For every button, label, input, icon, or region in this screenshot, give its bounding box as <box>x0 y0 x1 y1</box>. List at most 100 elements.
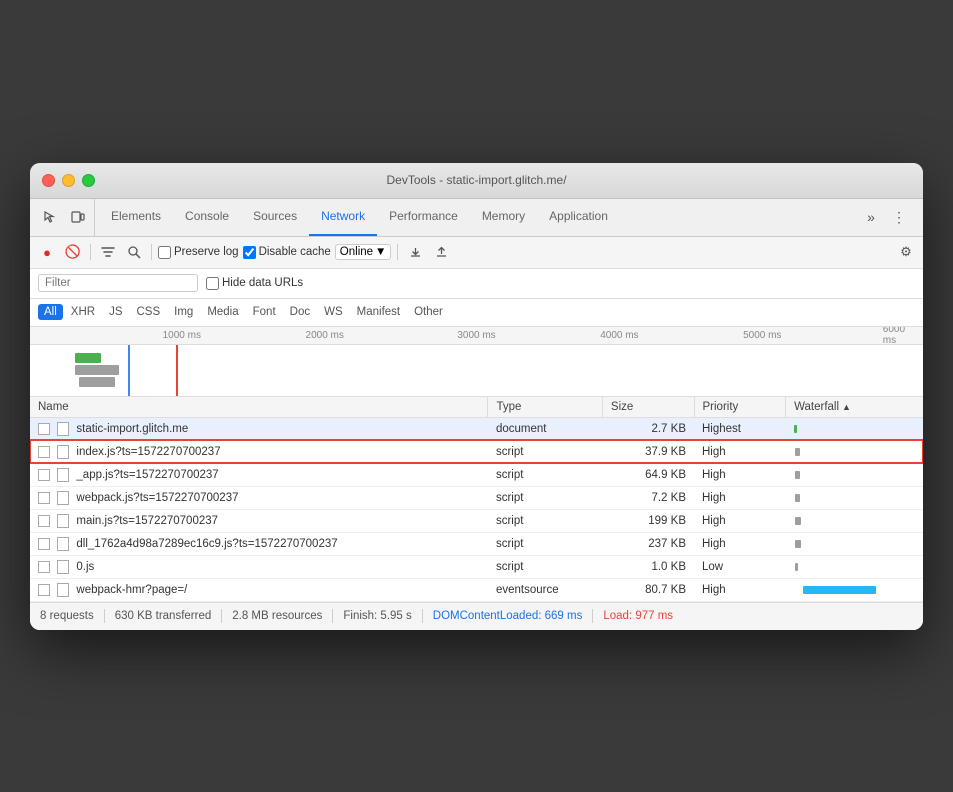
table-row[interactable]: 0.js script 1.0 KB Low <box>30 555 923 578</box>
col-header-priority[interactable]: Priority <box>694 397 786 418</box>
table-row[interactable]: dll_1762a4d98a7289ec16c9.js?ts=157227070… <box>30 532 923 555</box>
cell-name-text: index.js?ts=1572270700237 <box>76 446 220 458</box>
file-icon <box>57 560 69 574</box>
network-table-body: static-import.glitch.me document 2.7 KB … <box>30 417 923 601</box>
table-row[interactable]: index.js?ts=1572270700237 script 37.9 KB… <box>30 440 923 463</box>
throttle-select[interactable]: Online ▼ <box>335 244 392 260</box>
row-checkbox[interactable] <box>38 423 50 435</box>
row-checkbox[interactable] <box>38 538 50 550</box>
table-row[interactable]: main.js?ts=1572270700237 script 199 KB H… <box>30 509 923 532</box>
table-header: Name Type Size Priority Waterfall▲ <box>30 397 923 418</box>
status-sep-1 <box>104 609 105 623</box>
type-btn-all[interactable]: All <box>38 304 63 320</box>
import-icon[interactable] <box>404 241 426 263</box>
type-btn-font[interactable]: Font <box>247 304 282 320</box>
timeline-script-bar-2 <box>79 377 115 387</box>
type-btn-xhr[interactable]: XHR <box>65 304 101 320</box>
tabs-right: » ⋮ <box>851 199 919 236</box>
settings-icon[interactable]: ⚙ <box>895 241 917 263</box>
tab-performance[interactable]: Performance <box>377 199 470 236</box>
col-header-size[interactable]: Size <box>602 397 694 418</box>
cursor-icon[interactable] <box>38 205 62 229</box>
col-header-waterfall[interactable]: Waterfall▲ <box>786 397 923 418</box>
network-table-container: Name Type Size Priority Waterfall▲ stati… <box>30 397 923 602</box>
tick-2000ms: 2000 ms <box>306 330 344 341</box>
device-icon[interactable] <box>66 205 90 229</box>
type-btn-other[interactable]: Other <box>408 304 449 320</box>
tab-network[interactable]: Network <box>309 199 377 236</box>
tab-elements[interactable]: Elements <box>99 199 173 236</box>
row-checkbox[interactable] <box>38 492 50 504</box>
row-checkbox[interactable] <box>38 446 50 458</box>
disable-cache-label[interactable]: Disable cache <box>243 246 331 259</box>
cell-name-text: webpack-hmr?page=/ <box>76 584 187 596</box>
table-row[interactable]: webpack-hmr?page=/ eventsource 80.7 KB H… <box>30 578 923 601</box>
cell-type: script <box>488 486 602 509</box>
row-checkbox[interactable] <box>38 584 50 596</box>
toolbar-separator-2 <box>151 244 152 260</box>
cell-waterfall <box>786 486 923 509</box>
cell-priority: Highest <box>694 417 786 440</box>
table-row[interactable]: _app.js?ts=1572270700237 script 64.9 KB … <box>30 463 923 486</box>
close-button[interactable] <box>42 174 55 187</box>
search-icon[interactable] <box>123 241 145 263</box>
type-btn-img[interactable]: Img <box>168 304 199 320</box>
file-icon <box>57 491 69 505</box>
status-load: Load: 977 ms <box>603 610 673 622</box>
sort-arrow-icon: ▲ <box>842 402 851 412</box>
cell-priority: High <box>694 578 786 601</box>
tabs-bar: Elements Console Sources Network Perform… <box>30 199 923 237</box>
tab-application[interactable]: Application <box>537 199 620 236</box>
toolbar-separator-3 <box>397 244 398 260</box>
type-btn-manifest[interactable]: Manifest <box>351 304 406 320</box>
col-header-name[interactable]: Name <box>30 397 488 418</box>
minimize-button[interactable] <box>62 174 75 187</box>
tab-sources[interactable]: Sources <box>241 199 309 236</box>
hide-data-urls-label[interactable]: Hide data URLs <box>206 277 303 290</box>
type-btn-js[interactable]: JS <box>103 304 128 320</box>
status-sep-4 <box>422 609 423 623</box>
network-table: Name Type Size Priority Waterfall▲ stati… <box>30 397 923 602</box>
row-checkbox[interactable] <box>38 515 50 527</box>
cell-type: eventsource <box>488 578 602 601</box>
waterfall-bar <box>795 563 799 571</box>
cell-type: document <box>488 417 602 440</box>
col-header-type[interactable]: Type <box>488 397 602 418</box>
row-checkbox[interactable] <box>38 469 50 481</box>
hide-data-urls-checkbox[interactable] <box>206 277 219 290</box>
type-filter-bar: All XHR JS CSS Img Media Font Doc WS Man… <box>30 299 923 327</box>
filter-icon[interactable] <box>97 241 119 263</box>
cell-type: script <box>488 509 602 532</box>
cell-priority: High <box>694 486 786 509</box>
waterfall-bar <box>803 586 876 594</box>
filter-input[interactable] <box>38 274 198 292</box>
preserve-log-label[interactable]: Preserve log <box>158 246 239 259</box>
row-checkbox[interactable] <box>38 561 50 573</box>
stop-button[interactable]: 🚫 <box>62 241 84 263</box>
more-tabs-icon[interactable]: » <box>859 205 883 229</box>
status-resources: 2.8 MB resources <box>232 610 322 622</box>
timeline-area: 1000 ms 2000 ms 3000 ms 4000 ms 5000 ms … <box>30 327 923 397</box>
preserve-log-checkbox[interactable] <box>158 246 171 259</box>
type-btn-doc[interactable]: Doc <box>284 304 316 320</box>
table-row[interactable]: webpack.js?ts=1572270700237 script 7.2 K… <box>30 486 923 509</box>
type-btn-ws[interactable]: WS <box>318 304 349 320</box>
tab-memory[interactable]: Memory <box>470 199 537 236</box>
export-icon[interactable] <box>430 241 452 263</box>
record-button[interactable]: ● <box>36 241 58 263</box>
cell-name-text: static-import.glitch.me <box>76 423 188 435</box>
cell-type: script <box>488 555 602 578</box>
type-btn-media[interactable]: Media <box>201 304 244 320</box>
table-row[interactable]: static-import.glitch.me document 2.7 KB … <box>30 417 923 440</box>
disable-cache-checkbox[interactable] <box>243 246 256 259</box>
cell-size: 37.9 KB <box>602 440 694 463</box>
maximize-button[interactable] <box>82 174 95 187</box>
cell-waterfall <box>786 509 923 532</box>
more-options-icon[interactable]: ⋮ <box>887 205 911 229</box>
tick-6000ms: 6000 ms <box>883 327 910 347</box>
devtools-window: DevTools - static-import.glitch.me/ Elem… <box>30 163 923 630</box>
status-sep-3 <box>332 609 333 623</box>
tab-console[interactable]: Console <box>173 199 241 236</box>
type-btn-css[interactable]: CSS <box>130 304 166 320</box>
status-sep-5 <box>592 609 593 623</box>
